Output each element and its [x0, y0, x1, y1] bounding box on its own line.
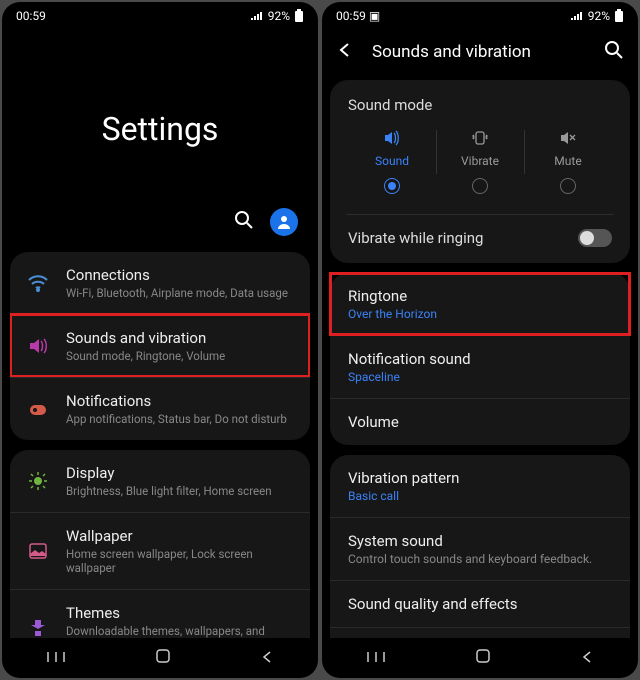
settings-item-notifications[interactable]: NotificationsApp notifications, Status b… — [10, 377, 310, 440]
display-icon — [26, 469, 50, 493]
status-bar: 00:59 ▣ 92% — [322, 2, 638, 30]
phone-settings: 00:59 92% Settings ConnectionsWi-Fi, Blu… — [2, 2, 318, 678]
settings-item-wallpaper[interactable]: WallpaperHome screen wallpaper, Lock scr… — [10, 512, 310, 589]
row-sound-quality-and-effects[interactable]: Sound quality and effects — [330, 580, 630, 627]
notif-icon — [26, 397, 50, 421]
home-icon[interactable] — [475, 648, 491, 668]
back-icon[interactable] — [580, 649, 594, 668]
search-icon[interactable] — [234, 210, 254, 234]
toggle-off[interactable] — [578, 229, 612, 247]
settings-list: ConnectionsWi-Fi, Bluetooth, Airplane mo… — [2, 252, 318, 638]
row-volume[interactable]: Volume — [330, 398, 630, 445]
recents-icon[interactable] — [46, 649, 66, 668]
row-notification-sound[interactable]: Notification soundSpaceline — [330, 335, 630, 398]
vibrate-while-ringing-row[interactable]: Vibrate while ringing — [348, 215, 612, 247]
radio-icon — [384, 178, 400, 194]
status-bar: 00:59 92% — [2, 2, 318, 30]
appbar: Sounds and vibration — [322, 30, 638, 74]
settings-item-sounds-and-vibration[interactable]: Sounds and vibrationSound mode, Ringtone… — [10, 314, 310, 377]
mode-sound[interactable]: Sound — [348, 128, 436, 200]
row-system-sound[interactable]: System soundControl touch sounds and key… — [330, 517, 630, 580]
theme-icon — [26, 616, 50, 638]
content: Sound mode SoundVibrateMute Vibrate whil… — [322, 74, 638, 638]
radio-icon — [472, 178, 488, 194]
home-icon[interactable] — [155, 648, 171, 668]
mode-vibrate[interactable]: Vibrate — [436, 128, 524, 200]
page-title: Settings — [2, 30, 318, 208]
sound-mode-panel: Sound mode SoundVibrateMute Vibrate whil… — [330, 80, 630, 263]
appbar-title: Sounds and vibration — [372, 42, 586, 62]
status-time: 00:59 — [336, 9, 366, 23]
back-icon[interactable] — [336, 41, 354, 63]
mode-mute[interactable]: Mute — [524, 128, 612, 200]
settings-item-themes[interactable]: ThemesDownloadable themes, wallpapers, a… — [10, 589, 310, 638]
row-vibration-pattern[interactable]: Vibration patternBasic call — [330, 455, 630, 517]
nav-bar — [2, 638, 318, 678]
settings-item-display[interactable]: DisplayBrightness, Blue light filter, Ho… — [10, 450, 310, 512]
search-row — [2, 208, 318, 252]
status-time: 00:59 — [16, 9, 46, 23]
wifi-icon — [26, 271, 50, 295]
sound-mode-label: Sound mode — [348, 96, 612, 114]
search-icon[interactable] — [604, 40, 624, 64]
nav-bar — [322, 638, 638, 678]
signal-icon — [570, 11, 584, 21]
sound-icon — [26, 334, 50, 358]
battery-icon — [614, 9, 624, 23]
signal-icon — [250, 11, 264, 21]
battery-icon — [294, 9, 304, 23]
row-ringtone[interactable]: RingtoneOver the Horizon — [330, 273, 630, 335]
phone-sounds: 00:59 ▣ 92% Sounds and vibration Sound m… — [322, 2, 638, 678]
radio-icon — [560, 178, 576, 194]
ringtone-panel: RingtoneOver the HorizonNotification sou… — [330, 273, 630, 445]
settings-item-connections[interactable]: ConnectionsWi-Fi, Bluetooth, Airplane mo… — [10, 252, 310, 314]
profile-icon[interactable] — [270, 208, 298, 236]
sound-modes: SoundVibrateMute — [348, 128, 612, 200]
battery-pct: 92% — [588, 9, 610, 23]
back-icon[interactable] — [260, 649, 274, 668]
recents-icon[interactable] — [366, 649, 386, 668]
battery-pct: 92% — [268, 9, 290, 23]
screenshot-icon: ▣ — [369, 9, 380, 23]
row-separate-app-sound[interactable]: Separate app sound — [330, 627, 630, 638]
wall-icon — [26, 539, 50, 563]
vibration-panel: Vibration patternBasic callSystem soundC… — [330, 455, 630, 638]
